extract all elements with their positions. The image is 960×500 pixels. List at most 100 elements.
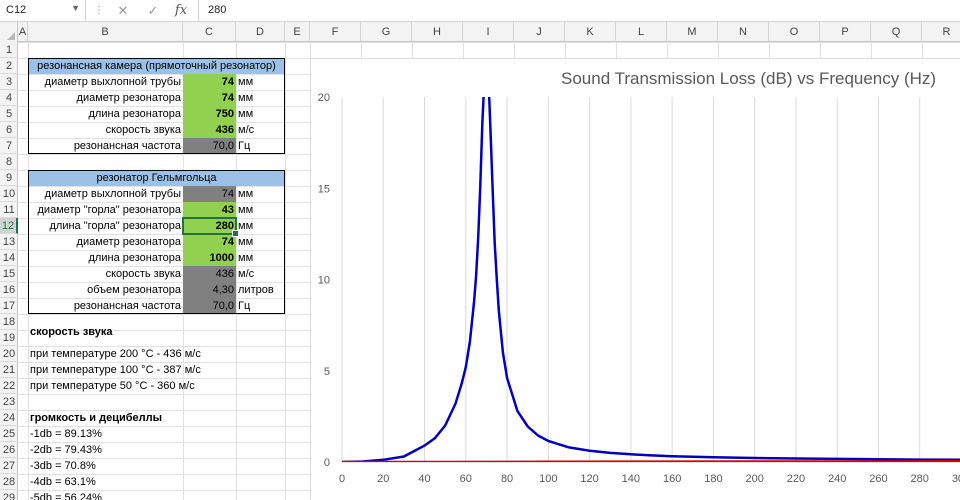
selected-cell[interactable] [182, 217, 239, 237]
row-header-19[interactable]: 19 [0, 330, 18, 346]
column-header-L[interactable]: L [616, 22, 667, 42]
column-header-R[interactable]: R [922, 22, 960, 42]
x-tick-label: 260 [869, 473, 887, 485]
row-header-29[interactable]: 29 [0, 490, 18, 500]
row-header-11[interactable]: 11 [0, 202, 18, 218]
helmholtz-label: скорость звука [105, 268, 181, 280]
helmholtz-unit: мм [238, 252, 254, 264]
row-header-10[interactable]: 10 [0, 186, 18, 202]
x-tick-label: 80 [501, 473, 513, 485]
separator-icon: ⋮ [94, 5, 104, 16]
x-tick-label: 100 [539, 473, 557, 485]
y-tick-label: 10 [318, 275, 330, 287]
row-header-4[interactable]: 4 [0, 90, 18, 106]
row-header-8[interactable]: 8 [0, 154, 18, 170]
x-tick-label: 160 [663, 473, 681, 485]
row-header-24[interactable]: 24 [0, 410, 18, 426]
series-line-1 [342, 460, 960, 462]
x-tick-label: 240 [828, 473, 846, 485]
row-header-15[interactable]: 15 [0, 266, 18, 282]
row-header-23[interactable]: 23 [0, 394, 18, 410]
row-header-7[interactable]: 7 [0, 138, 18, 154]
chamber-label: скорость звука [105, 124, 181, 136]
row-header-22[interactable]: 22 [0, 378, 18, 394]
column-header-A[interactable]: A [18, 22, 28, 42]
column-header-M[interactable]: M [667, 22, 718, 42]
helmholtz-value-cell[interactable]: 436 [183, 266, 236, 282]
row-header-6[interactable]: 6 [0, 122, 18, 138]
helmholtz-label: длина резонатора [88, 252, 181, 264]
helmholtz-value-cell[interactable]: 74 [183, 186, 236, 202]
row-headers: 1 2 3 4 5 6 7 8 9 10 11 12 13 14 15 16 17 18 19 20 21 22 23 24 2… [0, 42, 18, 500]
column-header-I[interactable]: I [463, 22, 514, 42]
column-header-O[interactable]: O [769, 22, 820, 42]
chamber-label: диаметр резонатора [76, 92, 181, 104]
helmholtz-unit: мм [238, 188, 254, 200]
helmholtz-value-cell[interactable]: 4,30 [183, 282, 236, 298]
column-header-K[interactable]: K [565, 22, 616, 42]
column-header-P[interactable]: P [820, 22, 871, 42]
row-header-2[interactable]: 2 [0, 58, 18, 74]
speed-note: при температуре 50 °С - 360 м/с [30, 380, 195, 392]
row-header-27[interactable]: 27 [0, 458, 18, 474]
helmholtz-label: диаметр "горла" резонатора [37, 204, 182, 216]
row-header-14[interactable]: 14 [0, 250, 18, 266]
row-header-17[interactable]: 17 [0, 298, 18, 314]
row-header-12[interactable]: 12 [0, 218, 18, 234]
db-title: громкость и децибеллы [30, 412, 162, 424]
helmholtz-value-cell[interactable]: 74 [183, 234, 236, 250]
row-header-28[interactable]: 28 [0, 474, 18, 490]
series-line-0 [342, 97, 960, 462]
chamber-value-cell[interactable]: 750 [183, 106, 236, 122]
column-header-D[interactable]: D [236, 22, 285, 42]
x-tick-label: 200 [745, 473, 763, 485]
fx-icon[interactable]: fx [170, 2, 192, 20]
formula-bar: C12 ▼ ⋮ ✕ ✓ fx 280 [0, 0, 960, 22]
name-box[interactable]: C12 ▼ [0, 0, 86, 21]
helmholtz-value-cell[interactable]: 70,0 [183, 298, 236, 314]
y-tick-label: 15 [318, 183, 330, 195]
cancel-icon[interactable]: ✕ [112, 2, 134, 20]
speed-title: скорость звука [30, 326, 113, 338]
helmholtz-value-cell[interactable]: 43 [183, 202, 236, 218]
select-all-button[interactable] [0, 22, 18, 42]
chamber-value-cell[interactable]: 70,0 [183, 138, 236, 154]
helmholtz-label: объем резонатора [87, 284, 181, 296]
row-header-18[interactable]: 18 [0, 314, 18, 330]
chevron-down-icon[interactable]: ▼ [71, 3, 80, 13]
row-header-1[interactable]: 1 [0, 42, 18, 58]
enter-icon[interactable]: ✓ [142, 2, 164, 20]
column-header-E[interactable]: E [285, 22, 310, 42]
column-header-J[interactable]: J [514, 22, 565, 42]
y-tick-label: 5 [324, 366, 330, 378]
column-headers: ABCDEFGHIJKLMNOPQR [0, 22, 960, 42]
x-tick-label: 220 [787, 473, 805, 485]
row-header-20[interactable]: 20 [0, 346, 18, 362]
row-header-16[interactable]: 16 [0, 282, 18, 298]
column-header-H[interactable]: H [412, 22, 463, 42]
x-tick-label: 0 [339, 473, 345, 485]
column-header-B[interactable]: B [28, 22, 183, 42]
helmholtz-label: диаметр резонатора [76, 236, 181, 248]
row-header-21[interactable]: 21 [0, 362, 18, 378]
chamber-value-cell[interactable]: 74 [183, 74, 236, 90]
helmholtz-value-cell[interactable]: 1000 [183, 250, 236, 266]
formula-input[interactable]: 280 [198, 0, 960, 21]
row-header-13[interactable]: 13 [0, 234, 18, 250]
row-header-3[interactable]: 3 [0, 74, 18, 90]
x-tick-label: 120 [580, 473, 598, 485]
column-header-N[interactable]: N [718, 22, 769, 42]
column-header-Q[interactable]: Q [871, 22, 922, 42]
column-header-G[interactable]: G [361, 22, 412, 42]
column-header-F[interactable]: F [310, 22, 361, 42]
db-note: -1db = 89.13% [30, 428, 102, 440]
row-header-5[interactable]: 5 [0, 106, 18, 122]
chamber-value-cell[interactable]: 436 [183, 122, 236, 138]
chamber-value-cell[interactable]: 74 [183, 90, 236, 106]
line-chart[interactable]: Sound Transmission Loss (dB) vs Frequenc… [310, 58, 960, 500]
column-header-C[interactable]: C [183, 22, 236, 42]
row-header-9[interactable]: 9 [0, 170, 18, 186]
row-header-25[interactable]: 25 [0, 426, 18, 442]
x-tick-label: 40 [418, 473, 430, 485]
row-header-26[interactable]: 26 [0, 442, 18, 458]
